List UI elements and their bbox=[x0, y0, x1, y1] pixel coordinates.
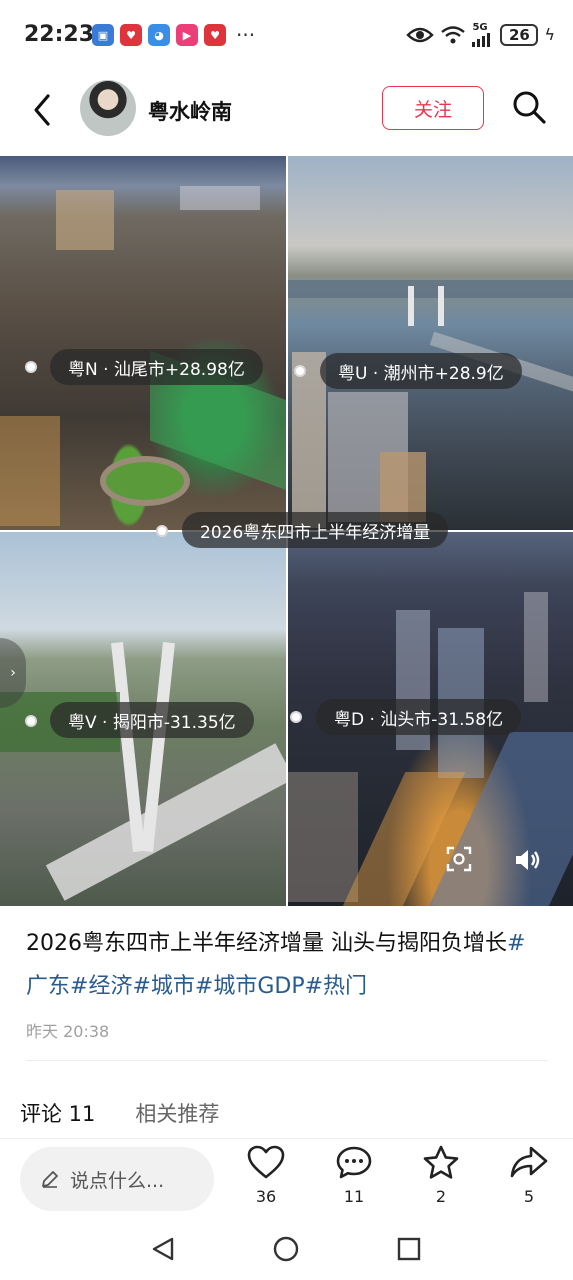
comment-input[interactable]: 说点什么... bbox=[20, 1147, 214, 1211]
nav-home-icon[interactable] bbox=[273, 1236, 299, 1262]
search-icon[interactable] bbox=[510, 88, 548, 126]
more-notifications-icon: ··· bbox=[236, 23, 256, 47]
nav-back-icon[interactable] bbox=[150, 1236, 176, 1262]
share-button[interactable]: 5 bbox=[504, 1145, 554, 1206]
image-tile-shanwei bbox=[0, 156, 286, 530]
comment-bubble-icon bbox=[336, 1146, 372, 1179]
app-blue-cat-icon: ◕ bbox=[148, 24, 170, 46]
image-label-chaozhou[interactable]: 粤U · 潮州市+28.9亿 bbox=[320, 353, 522, 389]
eye-icon bbox=[406, 27, 435, 42]
star-icon bbox=[423, 1145, 459, 1179]
volume-icon[interactable] bbox=[514, 848, 542, 872]
heart-icon bbox=[247, 1145, 285, 1179]
tag-dot bbox=[290, 711, 302, 723]
image-label-jieyang[interactable]: 粤V · 揭阳市-31.35亿 bbox=[50, 702, 254, 738]
app-blue-icon: ▣ bbox=[92, 24, 114, 46]
hashtag[interactable]: #经济 bbox=[70, 974, 132, 999]
post-caption: 2026粤东四市上半年经济增量 汕头与揭阳负增长#广东#经济#城市#城市GDP#… bbox=[26, 922, 546, 1008]
like-count: 36 bbox=[255, 1187, 277, 1206]
image-label-shanwei[interactable]: 粤N · 汕尾市+28.98亿 bbox=[50, 349, 263, 385]
status-time: 22:23 bbox=[24, 22, 95, 47]
battery-indicator: 26 bbox=[500, 23, 539, 46]
status-bar: 22:23 ▣ ♥ ◕ ▶ ♥ ··· 5G 26 ϟ bbox=[0, 0, 573, 72]
hashtag[interactable]: #城市 bbox=[132, 974, 194, 999]
divider bbox=[26, 1060, 548, 1061]
signal-icon bbox=[472, 33, 491, 47]
tag-dot bbox=[25, 361, 37, 373]
back-icon[interactable] bbox=[28, 90, 58, 130]
hashtag[interactable]: #热门 bbox=[305, 974, 367, 999]
app-red-heart-icon: ♥ bbox=[204, 24, 226, 46]
comment-button[interactable]: 11 bbox=[329, 1145, 379, 1206]
favorite-button[interactable]: 2 bbox=[416, 1145, 466, 1206]
tab-comments[interactable]: 评论 11 bbox=[20, 1098, 95, 1128]
avatar[interactable] bbox=[80, 80, 136, 136]
share-arrow-icon bbox=[510, 1146, 548, 1178]
pencil-icon bbox=[42, 1171, 58, 1188]
tag-dot bbox=[156, 525, 168, 537]
image-tile-chaozhou bbox=[288, 156, 573, 530]
app-video-play-icon: ▶ bbox=[176, 24, 198, 46]
image-label-title[interactable]: 2026粤东四市上半年经济增量 bbox=[182, 512, 449, 548]
tab-related[interactable]: 相关推荐 bbox=[135, 1098, 219, 1128]
app-red-heart-icon: ♥ bbox=[120, 24, 142, 46]
post-time: 昨天 20:38 bbox=[26, 1022, 110, 1041]
comment-count: 11 bbox=[343, 1187, 365, 1206]
comment-placeholder: 说点什么... bbox=[70, 1169, 165, 1192]
like-button[interactable]: 36 bbox=[241, 1145, 291, 1206]
action-bar: 说点什么... 36 11 2 5 bbox=[0, 1138, 573, 1218]
tab-bar: 评论 11 相关推荐 bbox=[20, 1098, 219, 1128]
author-name[interactable]: 粤水岭南 bbox=[148, 96, 232, 126]
favorite-count: 2 bbox=[435, 1187, 447, 1206]
status-app-icons: ▣ ♥ ◕ ▶ ♥ ··· bbox=[92, 24, 255, 46]
nav-recents-icon[interactable] bbox=[396, 1236, 422, 1262]
scan-icon[interactable] bbox=[446, 846, 472, 872]
image-label-shantou[interactable]: 粤D · 汕头市-31.58亿 bbox=[316, 699, 522, 735]
network-type: 5G bbox=[472, 22, 488, 33]
post-image[interactable]: › 粤N · 汕尾市+28.98亿 粤U · 潮州市+28.9亿 2026粤东四… bbox=[0, 156, 573, 906]
caption-text: 2026粤东四市上半年经济增量 汕头与揭阳负增长 bbox=[26, 931, 507, 956]
system-nav-bar bbox=[0, 1218, 573, 1280]
wifi-icon bbox=[441, 25, 466, 43]
tag-dot bbox=[25, 715, 37, 727]
tag-dot bbox=[294, 365, 306, 377]
charging-icon: ϟ bbox=[544, 25, 555, 44]
hashtag[interactable]: #城市GDP bbox=[195, 974, 305, 999]
follow-button[interactable]: 关注 bbox=[382, 86, 484, 130]
share-count: 5 bbox=[523, 1187, 535, 1206]
post-header: 粤水岭南 关注 bbox=[0, 72, 573, 154]
